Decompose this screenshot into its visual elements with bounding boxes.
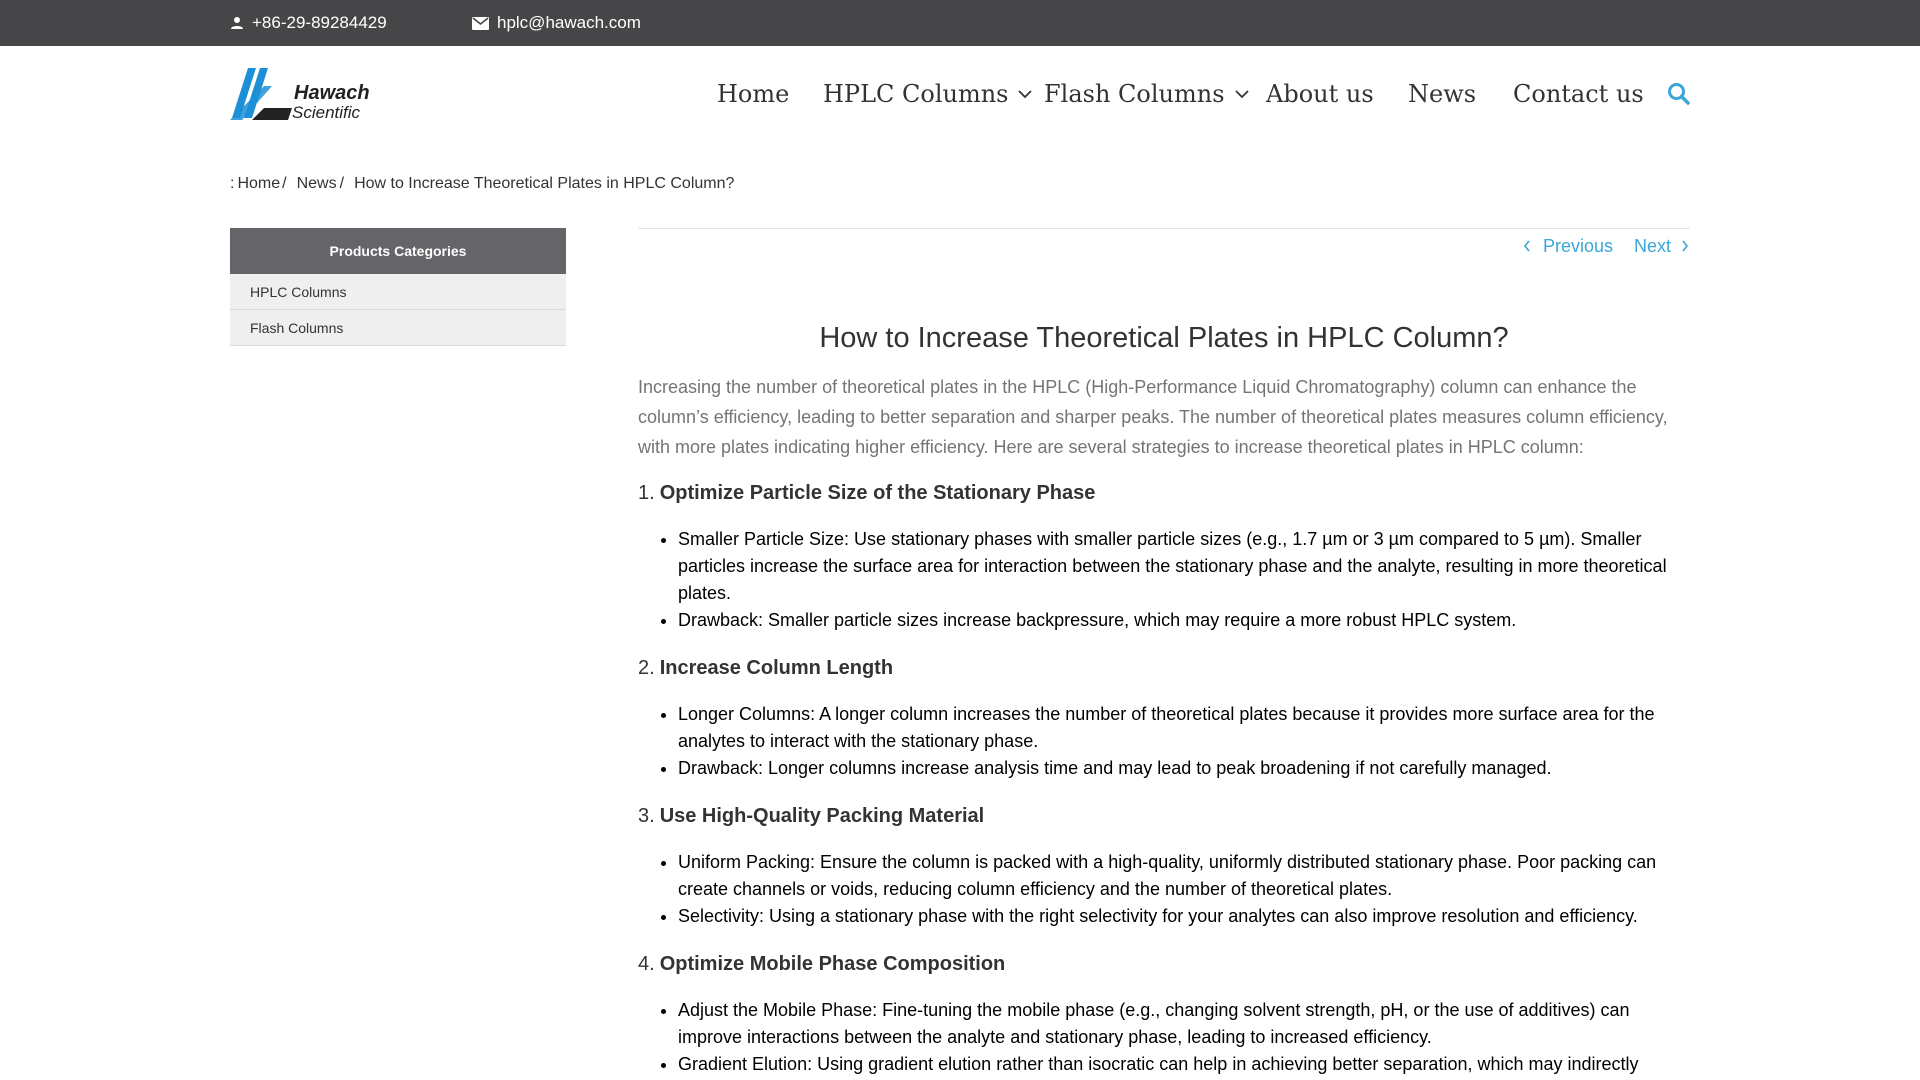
bullet-list: Longer Columns: A longer column increase… — [638, 701, 1690, 782]
section-heading: 3. Use High-Quality Packing Material — [638, 801, 1690, 831]
chevron-down-icon — [1018, 89, 1033, 98]
nav-hplc-columns[interactable]: HPLC Columns — [823, 66, 1033, 122]
sidebar-heading: Products Categories — [230, 228, 566, 274]
section-heading: 2. Increase Column Length — [638, 653, 1690, 683]
nav-about-label: About us — [1266, 80, 1374, 108]
bullet-list: Uniform Packing: Ensure the column is pa… — [638, 849, 1690, 930]
section-title: Optimize Mobile Phase Composition — [659, 953, 1006, 975]
article-title: How to Increase Theoretical Plates in HP… — [819, 322, 1509, 354]
breadcrumb-home[interactable]: Home — [237, 175, 280, 192]
section-heading: 4. Optimize Mobile Phase Composition — [638, 949, 1690, 979]
phone-contact[interactable]: +86-29-89284429 — [230, 0, 387, 46]
content-divider — [638, 228, 1690, 229]
nav-hplc-label: HPLC Columns — [823, 80, 1009, 108]
phone-number: +86-29-89284429 — [252, 13, 387, 32]
section-title: Optimize Particle Size of the Stationary… — [659, 482, 1096, 504]
list-item: Drawback: Smaller particle sizes increas… — [678, 607, 1690, 634]
breadcrumb-news[interactable]: News — [297, 175, 337, 192]
breadcrumb-prefix: : — [230, 175, 235, 192]
product-categories-sidebar: Products Categories HPLC Columns Flash C… — [230, 228, 566, 346]
bullet-list: Smaller Particle Size: Use stationary ph… — [638, 526, 1690, 634]
search-button[interactable] — [1667, 82, 1690, 110]
list-item: Drawback: Longer columns increase analys… — [678, 755, 1690, 782]
nav-home-label: Home — [717, 80, 790, 108]
nav-contact-label: Contact us — [1513, 80, 1644, 108]
email-contact[interactable]: hplc@hawach.com — [472, 0, 641, 46]
chevron-down-icon — [1234, 89, 1249, 98]
section-number: 2. — [638, 657, 655, 679]
sidebar-item-flash-columns[interactable]: Flash Columns — [230, 310, 566, 346]
nav-flash-columns[interactable]: Flash Columns — [1044, 66, 1249, 122]
chevron-right-icon — [1682, 240, 1689, 252]
logo-line1: Hawach — [294, 82, 370, 104]
nav-about-us[interactable]: About us — [1266, 66, 1374, 122]
list-item: Adjust the Mobile Phase: Fine-tuning the… — [678, 997, 1690, 1051]
section-title: Increase Column Length — [659, 657, 894, 679]
section-heading: 1. Optimize Particle Size of the Stationa… — [638, 478, 1690, 508]
top-bar: +86-29-89284429 hplc@hawach.com — [0, 0, 1920, 46]
hawach-logo-graphic: Hawach Scientific — [230, 68, 370, 122]
article-intro: Increasing the number of theoretical pla… — [638, 377, 1668, 457]
breadcrumb-current: How to Increase Theoretical Plates in HP… — [354, 175, 735, 192]
nav-news[interactable]: News — [1408, 66, 1476, 122]
logo-line2: Scientific — [292, 103, 361, 122]
bullet-list: Adjust the Mobile Phase: Fine-tuning the… — [638, 997, 1690, 1078]
list-item: Gradient Elution: Using gradient elution… — [678, 1051, 1690, 1078]
previous-link[interactable]: Previous — [1523, 234, 1613, 258]
article-body: Increasing the number of theoretical pla… — [638, 372, 1690, 1078]
list-item: Longer Columns: A longer column increase… — [678, 701, 1690, 755]
nav-news-label: News — [1408, 80, 1477, 108]
section-number: 4. — [638, 953, 655, 975]
person-icon — [231, 17, 243, 29]
breadcrumb-separator: / — [282, 175, 287, 192]
next-link[interactable]: Next — [1634, 234, 1689, 258]
email-address: hplc@hawach.com — [497, 13, 641, 32]
search-icon — [1668, 83, 1690, 105]
breadcrumb-separator: / — [339, 175, 345, 192]
previous-label: Previous — [1543, 235, 1614, 256]
sidebar-item-hplc-columns[interactable]: HPLC Columns — [230, 274, 566, 310]
list-item: Uniform Packing: Ensure the column is pa… — [678, 849, 1690, 903]
breadcrumb: : Home / News / How to Increase Theoretical P… — [230, 175, 740, 193]
list-item: Selectivity: Using a stationary phase wi… — [678, 903, 1690, 930]
list-item: Smaller Particle Size: Use stationary ph… — [678, 526, 1690, 607]
site-logo[interactable]: Hawach Scientific — [230, 66, 375, 122]
nav-contact-us[interactable]: Contact us — [1513, 66, 1644, 122]
mail-icon — [472, 16, 489, 30]
nav-home[interactable]: Home — [717, 66, 789, 122]
section-number: 1. — [638, 482, 655, 504]
nav-flash-label: Flash Columns — [1044, 80, 1225, 108]
next-label: Next — [1634, 235, 1672, 256]
section-number: 3. — [638, 805, 655, 827]
section-title: Use High-Quality Packing Material — [659, 805, 985, 827]
chevron-left-icon — [1523, 240, 1530, 252]
